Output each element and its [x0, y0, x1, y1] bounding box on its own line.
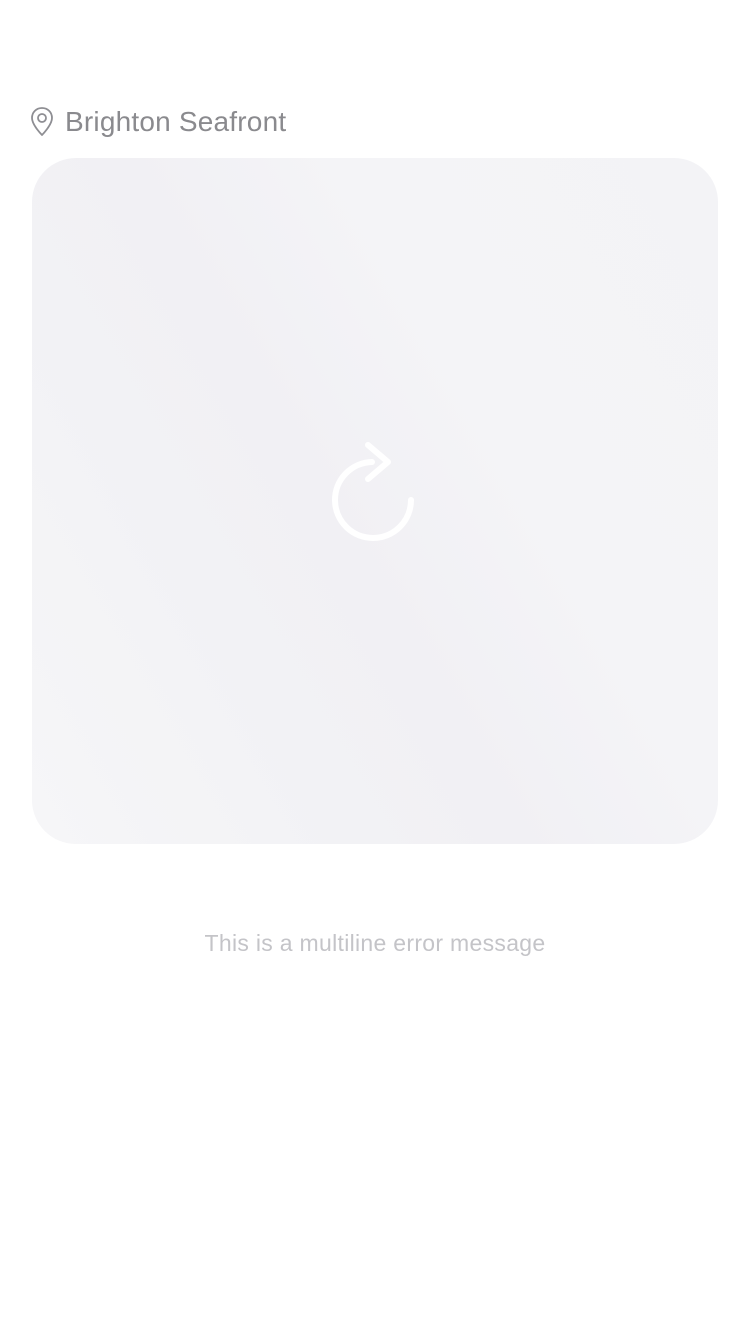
error-message: This is a multiline error message — [204, 930, 546, 956]
map-pin-icon — [30, 106, 54, 138]
reload-icon[interactable] — [328, 441, 422, 553]
photo-placeholder-card — [32, 158, 718, 844]
location-header: Brighton Seafront — [30, 102, 286, 142]
location-name: Brighton Seafront — [65, 106, 287, 137]
photo-error-screen: Brighton Seafront This is a multiline er… — [0, 0, 750, 1334]
